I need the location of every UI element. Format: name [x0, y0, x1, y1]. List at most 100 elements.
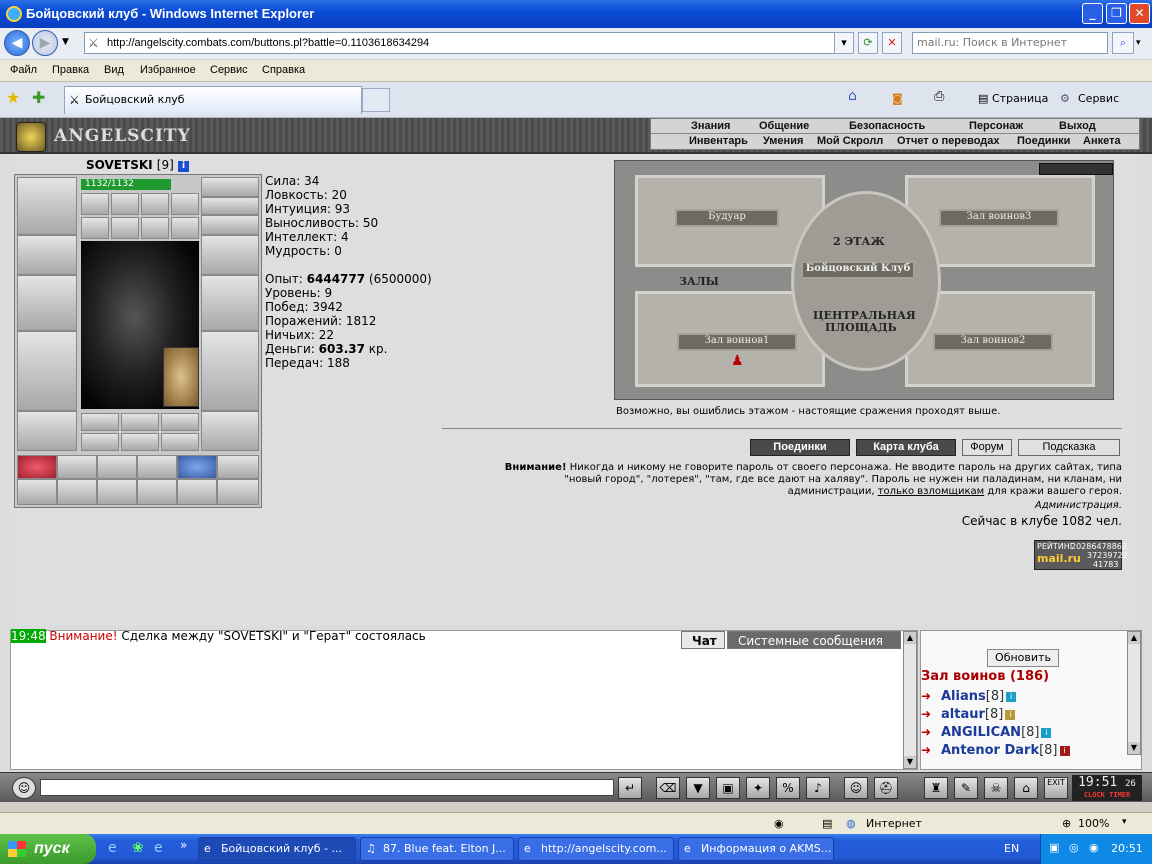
menu-file[interactable]: Файл	[10, 64, 37, 76]
inventory-slot[interactable]	[97, 479, 137, 505]
menu-view[interactable]: Вид	[104, 64, 124, 76]
forum-button[interactable]: Форум	[962, 439, 1012, 456]
zoom-level[interactable]: 100%	[1078, 817, 1109, 830]
scroll-slot[interactable]	[111, 217, 139, 239]
earrings-slot[interactable]	[201, 177, 259, 197]
language-indicator[interactable]: EN	[1004, 842, 1019, 855]
scroll-slot[interactable]	[81, 217, 109, 239]
task-angelscity[interactable]: e http://angelscity.com...	[518, 837, 674, 861]
rune-slot[interactable]	[121, 433, 159, 451]
page-menu[interactable]: Страница	[992, 92, 1048, 105]
orb-item-slot[interactable]	[177, 455, 217, 479]
filter-icon[interactable]: ▼	[686, 777, 710, 799]
icq-icon[interactable]: ❀	[132, 840, 144, 856]
hackers-link[interactable]: только взломщикам	[878, 486, 984, 497]
scroll-up-icon[interactable]: ▲	[904, 632, 916, 644]
heart-item-slot[interactable]	[17, 455, 57, 479]
favorites-star-icon[interactable]: ★	[6, 88, 20, 107]
rune-slot[interactable]	[161, 413, 199, 431]
nav-my-scroll[interactable]: Мой Скролл	[817, 135, 883, 147]
user-row[interactable]: ➜ Alians[8] i	[921, 689, 1017, 704]
right-weapon-slot[interactable]	[201, 275, 259, 331]
nav-security[interactable]: Безопасность	[849, 120, 925, 132]
inventory-slot[interactable]	[57, 455, 97, 479]
save-icon[interactable]: ▣	[716, 777, 740, 799]
leggings-slot[interactable]	[201, 331, 259, 411]
nav-transfer-report[interactable]: Отчет о переводах	[897, 135, 1000, 147]
nav-exit[interactable]: Выход	[1059, 120, 1096, 132]
skull-icon[interactable]: ☠	[984, 777, 1008, 799]
menu-favorites[interactable]: Избранное	[140, 64, 196, 76]
sound-icon[interactable]: ♪	[806, 777, 830, 799]
nav-knowledge[interactable]: Знания	[691, 120, 730, 132]
scroll-slot[interactable]	[171, 217, 199, 239]
task-info[interactable]: e Информация о AKMS...	[678, 837, 834, 861]
inventory-slot[interactable]	[217, 479, 259, 505]
forward-button[interactable]: ▶	[32, 30, 58, 56]
room-fight-club[interactable]: Бойцовский Клуб	[801, 261, 915, 279]
tools-menu[interactable]: Сервис	[1078, 92, 1119, 105]
amulet-slot[interactable]	[201, 197, 259, 215]
room-hall2[interactable]: Зал воинов2	[933, 333, 1053, 351]
new-tab-button[interactable]	[362, 88, 390, 112]
inventory-slot[interactable]	[177, 479, 217, 505]
helmet-icon[interactable]: ⛑	[874, 777, 898, 799]
ie-quicklaunch-icon[interactable]: e	[108, 840, 117, 856]
rune-slot[interactable]	[161, 433, 199, 451]
menu-help[interactable]: Справка	[262, 64, 305, 76]
nav-skills[interactable]: Умения	[763, 135, 803, 147]
user-row[interactable]: ➜ altaur[8] i	[921, 707, 1016, 722]
rings-slot[interactable]	[201, 215, 259, 235]
nav-duels[interactable]: Поединки	[1017, 135, 1070, 147]
privacy-icon[interactable]: ◉	[774, 817, 784, 830]
tab-system-messages[interactable]: Системные сообщения	[727, 631, 901, 649]
room-hall1[interactable]: Зал воинов1	[677, 333, 797, 351]
halls-link[interactable]: ЗАЛЫ	[679, 275, 719, 288]
back-button[interactable]: ◀	[4, 30, 30, 56]
central-square[interactable]	[791, 191, 941, 371]
stop-icon[interactable]: ✕	[882, 32, 902, 54]
address-dropdown-icon[interactable]: ▾	[834, 32, 854, 54]
menu-tools[interactable]: Сервис	[210, 64, 248, 76]
hint-button[interactable]: Подсказка	[1018, 439, 1120, 456]
smiley-icon[interactable]: ☺	[844, 777, 868, 799]
add-favorite-icon[interactable]: ✚	[32, 88, 45, 107]
rune-slot[interactable]	[121, 413, 159, 431]
rune-slot[interactable]	[81, 413, 119, 431]
feeds-icon[interactable]: ◙	[892, 92, 903, 105]
scroll-icon[interactable]: ✎	[954, 777, 978, 799]
zoom-dropdown-icon[interactable]: ▾	[1122, 817, 1127, 827]
minimize-button[interactable]: _	[1082, 3, 1103, 24]
task-music[interactable]: ♫ 87. Blue feat. Elton J...	[360, 837, 514, 861]
info-icon[interactable]: i	[177, 161, 189, 172]
room-hall3[interactable]: Зал воинов3	[939, 209, 1059, 227]
network-icon[interactable]: ▣	[1049, 841, 1059, 854]
scroll-up-icon[interactable]: ▲	[1128, 632, 1140, 644]
users-scrollbar[interactable]: ▲ ▼	[1127, 631, 1141, 755]
refresh-icon[interactable]: ⟳	[858, 32, 878, 54]
inventory-slot[interactable]	[137, 479, 177, 505]
translit-icon[interactable]: %	[776, 777, 800, 799]
more-icon[interactable]: »	[180, 838, 187, 852]
nav-character[interactable]: Персонаж	[969, 120, 1023, 132]
inventory-slot[interactable]	[17, 479, 57, 505]
opera-icon[interactable]: ◎	[1069, 841, 1079, 854]
armor-slot[interactable]	[17, 331, 77, 411]
nav-profile[interactable]: Анкета	[1083, 135, 1121, 147]
scroll-slot[interactable]	[111, 193, 139, 215]
home-icon[interactable]: ⌂	[848, 88, 857, 104]
inventory-slot[interactable]	[137, 455, 177, 479]
address-input[interactable]: ⚔ http://angelscity.combats.com/buttons.…	[84, 32, 854, 54]
eraser-icon[interactable]: ⌫	[656, 777, 680, 799]
maximize-button[interactable]: ❐	[1106, 3, 1127, 24]
print-icon[interactable]: ⎙	[934, 89, 944, 104]
scroll-slot[interactable]	[81, 193, 109, 215]
scroll-slot[interactable]	[171, 193, 199, 215]
send-icon[interactable]: ↵	[618, 777, 642, 799]
chat-scrollbar[interactable]: ▲ ▼	[903, 631, 917, 769]
character-name[interactable]: SOVETSKI [9] i	[86, 158, 189, 172]
scroll-slot[interactable]	[141, 193, 169, 215]
mailru-rating-counter[interactable]: РЕЙТИНГ 20286478862 mail.ru 37239722 417…	[1034, 540, 1128, 570]
task-fight-club[interactable]: e Бойцовский клуб - ...	[198, 837, 356, 861]
scroll-down-icon[interactable]: ▼	[1128, 742, 1140, 754]
